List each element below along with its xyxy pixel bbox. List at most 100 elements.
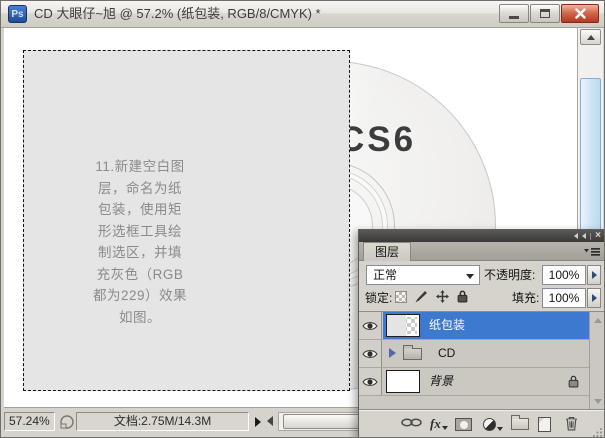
lock-all-icon[interactable] (457, 290, 468, 303)
restore-icon (540, 9, 550, 18)
layer-thumbnail[interactable] (386, 370, 420, 393)
fill-input[interactable]: 100% (542, 288, 586, 308)
zoom-level-input[interactable]: 57.24% (4, 412, 55, 431)
chevron-down-icon (466, 274, 474, 279)
minimize-icon (509, 16, 519, 19)
link-icon (401, 418, 422, 427)
lock-label: 锁定: (365, 288, 392, 308)
layer-row-background[interactable]: 背景 (359, 368, 605, 396)
visibility-toggle[interactable] (359, 340, 382, 367)
panel-resize-grip[interactable] (592, 427, 603, 438)
fx-icon: fx (430, 416, 441, 432)
layer-row-cd-group[interactable]: CD (359, 340, 605, 368)
expand-group-icon[interactable] (389, 348, 396, 358)
layer-lock-icon (568, 375, 579, 388)
titlebar[interactable]: Ps CD 大眼仔~旭 @ 57.2% (纸包装, RGB/8/CMYK) * (1, 1, 604, 28)
photoshop-document-window: Ps CD 大眼仔~旭 @ 57.2% (纸包装, RGB/8/CMYK) * … (0, 0, 605, 438)
panel-titlebar[interactable]: × (359, 230, 605, 242)
close-button[interactable] (561, 4, 599, 23)
panel-close-button[interactable]: × (595, 231, 601, 241)
layer-row-body[interactable]: 背景 (383, 368, 589, 395)
lock-position-move-icon[interactable] (436, 290, 449, 303)
opacity-label: 不透明度: (484, 265, 535, 285)
photoshop-app-icon: Ps (8, 5, 27, 23)
visibility-toggle[interactable] (359, 368, 382, 395)
opacity-input[interactable]: 100% (542, 265, 586, 285)
delete-layer-button[interactable] (565, 416, 578, 431)
chevron-down-icon (497, 427, 503, 431)
status-options-button[interactable] (251, 412, 265, 431)
lock-buttons (395, 290, 468, 303)
lock-pixels-brush-icon[interactable] (415, 290, 428, 303)
layer-row-body[interactable]: CD (383, 340, 589, 367)
layer-name: 背景 (429, 368, 453, 395)
scroll-down-icon[interactable] (594, 399, 602, 404)
layer-name: 纸包装 (429, 312, 465, 339)
layer-controls: 正常 不透明度: 100% 锁定: 填充: 100% (359, 261, 605, 311)
blend-mode-select[interactable]: 正常 (366, 265, 480, 285)
fill-label: 填充: (512, 288, 539, 308)
instruction-line: 包装，使用矩 (46, 199, 234, 221)
status-timer-icon (59, 414, 75, 430)
layer-list: 纸包装 CD 背景 (359, 311, 605, 409)
add-layer-mask-button[interactable] (455, 418, 472, 431)
blend-mode-value: 正常 (373, 268, 397, 282)
layers-panel: × 图层 正常 不透明度: 100% 锁定: (358, 229, 605, 438)
adjustment-layer-button[interactable] (483, 418, 503, 431)
layer-list-scrollbar[interactable] (589, 312, 605, 410)
layer-name: CD (438, 340, 455, 367)
instruction-line: 如图。 (46, 307, 234, 329)
spinner-caret-icon (592, 271, 597, 279)
chevron-down-icon (442, 426, 448, 430)
new-group-icon (511, 418, 529, 430)
new-layer-button[interactable] (538, 417, 551, 432)
horizontal-scrollbar-thumb[interactable] (283, 414, 363, 429)
panel-tab-bar: 图层 (359, 242, 605, 261)
adjustment-icon (483, 418, 496, 431)
lock-transparency-icon[interactable] (395, 291, 407, 303)
fill-spinner-button[interactable] (587, 288, 601, 308)
layer-style-button[interactable]: fx (430, 416, 448, 432)
cd-disc-label: CS6 (339, 120, 416, 160)
panel-menu-icon[interactable] (584, 247, 600, 257)
layer-thumbnail[interactable] (386, 314, 420, 337)
trash-icon (565, 416, 578, 431)
scroll-up-icon[interactable] (594, 318, 602, 323)
eye-icon (362, 349, 378, 359)
scroll-left-icon[interactable] (267, 416, 273, 426)
tab-layers[interactable]: 图层 (363, 242, 411, 261)
window-controls (499, 4, 599, 23)
minimize-button[interactable] (499, 4, 529, 23)
collapse-panel-icon[interactable] (574, 233, 578, 239)
document-size-status[interactable]: 文档:2.75M/14.3M (76, 412, 249, 431)
close-icon (575, 8, 586, 19)
instruction-line: 11.新建空白图 (46, 156, 234, 178)
instruction-line: 形选框工具绘 (46, 221, 234, 243)
scroll-up-icon (587, 35, 595, 40)
new-layer-icon (538, 417, 551, 432)
window-title: CD 大眼仔~旭 @ 57.2% (纸包装, RGB/8/CMYK) * (34, 1, 321, 28)
restore-button[interactable] (530, 4, 560, 23)
instruction-line: 都为229）效果 (46, 285, 234, 307)
link-layers-button[interactable] (401, 418, 422, 427)
new-group-button[interactable] (511, 418, 529, 430)
layer-row-body[interactable]: 纸包装 (383, 312, 589, 339)
instruction-line: 充灰色（RGB (46, 264, 234, 286)
scroll-up-button[interactable] (580, 29, 601, 45)
instruction-line: 层，命名为纸 (46, 178, 234, 200)
layer-row-paper-packaging[interactable]: 纸包装 (359, 312, 605, 340)
collapse-panel-icon[interactable] (582, 233, 586, 239)
group-folder-icon (403, 348, 422, 360)
visibility-toggle[interactable] (359, 312, 382, 339)
opacity-spinner-button[interactable] (587, 265, 601, 285)
panel-bottom-toolbar: fx (359, 409, 605, 438)
eye-icon (362, 377, 378, 387)
spinner-caret-icon (592, 294, 597, 302)
panel-titlebar-divider (590, 233, 591, 240)
status-expand-icon (255, 417, 261, 427)
eye-icon (362, 321, 378, 331)
instruction-text: 11.新建空白图 层，命名为纸 包装，使用矩 形选框工具绘 制选区，并填 充灰色… (46, 156, 234, 328)
selection-marching-ants[interactable]: 11.新建空白图 层，命名为纸 包装，使用矩 形选框工具绘 制选区，并填 充灰色… (23, 50, 350, 391)
instruction-line: 制选区，并填 (46, 242, 234, 264)
layer-mask-icon (455, 418, 472, 431)
